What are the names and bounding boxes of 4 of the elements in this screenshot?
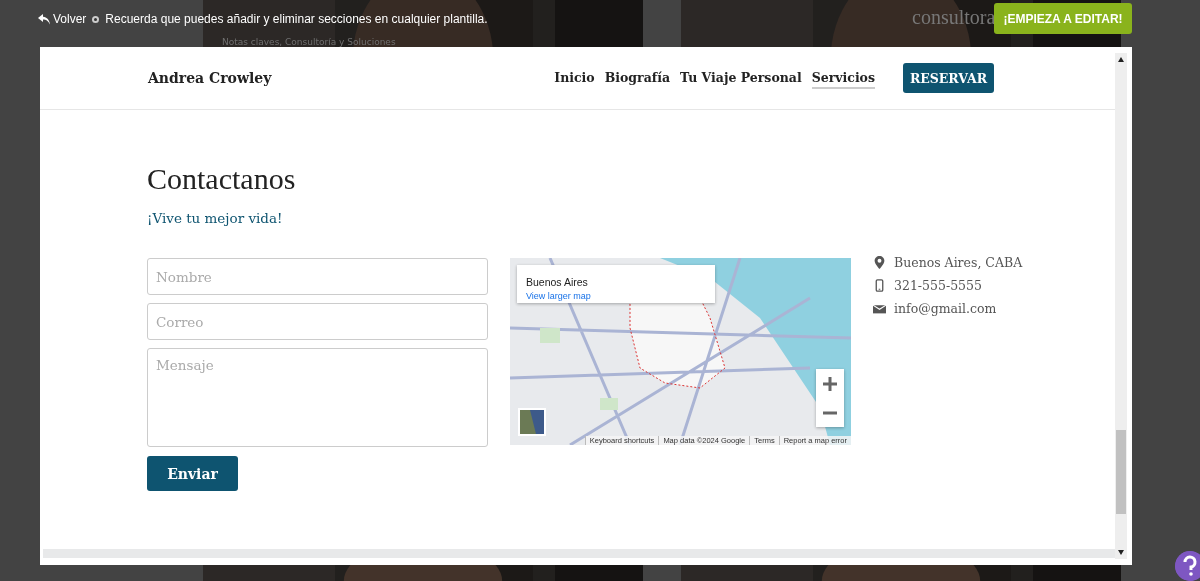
back-arrow-icon: [38, 13, 50, 25]
dot-icon: [92, 15, 100, 23]
help-icon[interactable]: [1175, 551, 1200, 581]
back-button[interactable]: Volver: [38, 12, 87, 26]
